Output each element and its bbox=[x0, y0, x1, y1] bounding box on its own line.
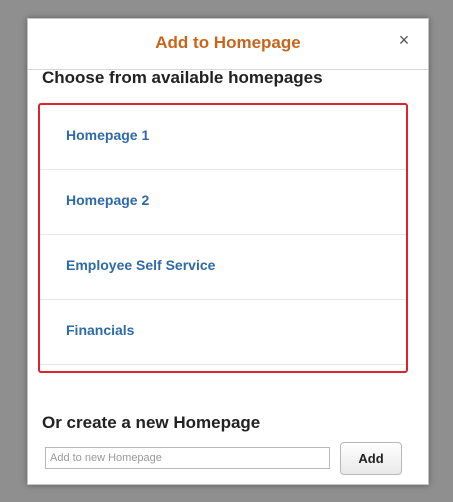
add-button[interactable]: Add bbox=[340, 442, 402, 475]
homepage-list: Homepage 1 Homepage 2 Employee Self Serv… bbox=[38, 103, 408, 373]
add-to-homepage-dialog: Add to Homepage × Choose from available … bbox=[27, 18, 429, 485]
homepage-list-item[interactable]: Financials bbox=[40, 300, 406, 365]
homepage-link[interactable]: Homepage 2 bbox=[66, 192, 149, 208]
dialog-title: Add to Homepage bbox=[155, 33, 301, 52]
new-homepage-input[interactable] bbox=[45, 447, 330, 469]
choose-homepage-heading: Choose from available homepages bbox=[42, 68, 323, 87]
dialog-header: Add to Homepage × bbox=[28, 19, 428, 70]
close-icon[interactable]: × bbox=[394, 30, 414, 50]
homepage-list-item[interactable]: Employee Self Service bbox=[40, 235, 406, 300]
homepage-list-item[interactable]: Homepage 1 bbox=[40, 105, 406, 170]
homepage-link[interactable]: Employee Self Service bbox=[66, 257, 215, 273]
homepage-list-item[interactable]: Homepage 2 bbox=[40, 170, 406, 235]
homepage-link[interactable]: Financials bbox=[66, 322, 134, 338]
create-homepage-heading: Or create a new Homepage bbox=[42, 413, 261, 432]
homepage-link[interactable]: Homepage 1 bbox=[66, 127, 149, 143]
